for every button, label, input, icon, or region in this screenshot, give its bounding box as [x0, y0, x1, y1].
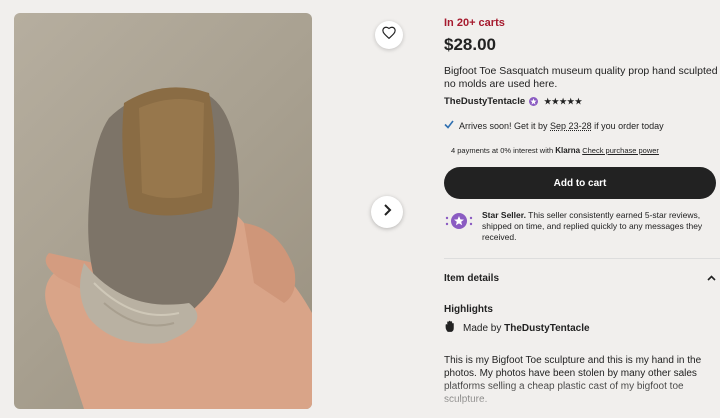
- klarna-prefix: 4 payments at 0% interest with: [451, 146, 556, 155]
- price: $28.00: [444, 35, 496, 54]
- shop-name-link[interactable]: TheDustyTentacle: [444, 96, 525, 107]
- product-image[interactable]: [14, 13, 312, 409]
- add-to-cart-button[interactable]: Add to cart: [444, 167, 716, 199]
- shipping-date-range[interactable]: Sep 23-28: [550, 121, 592, 131]
- next-image-button[interactable]: [371, 196, 403, 228]
- star-seller-badge-icon: [529, 97, 539, 106]
- klarna-check-link[interactable]: Check purchase power: [582, 146, 659, 155]
- rating-stars[interactable]: ★★★★★: [544, 97, 582, 106]
- favorite-button[interactable]: [375, 21, 403, 49]
- star-seller-info: Star Seller. This seller consistently ea…: [444, 210, 716, 243]
- shipping-suffix: if you order today: [591, 120, 664, 131]
- highlights-heading: Highlights: [444, 304, 493, 315]
- klarna-row: 4 payments at 0% interest with Klarna Ch…: [451, 146, 659, 155]
- made-by-shop-link[interactable]: TheDustyTentacle: [504, 323, 589, 334]
- description-fade-overlay: [440, 378, 720, 418]
- chevron-right-icon: [382, 203, 392, 221]
- item-details-toggle[interactable]: Item details: [444, 273, 716, 284]
- heart-icon: [382, 26, 396, 44]
- star-seller-label: Star Seller.: [482, 210, 526, 220]
- check-icon: [444, 120, 454, 131]
- klarna-brand: Klarna: [555, 146, 581, 155]
- in-carts-label: In 20+ carts: [444, 17, 505, 29]
- shipping-estimate: Arrives soon! Get it by Sep 23-28 if you…: [444, 120, 664, 131]
- shipping-prefix: Arrives soon! Get it by: [459, 120, 551, 131]
- divider: [444, 258, 720, 259]
- listing-title: Bigfoot Toe Sasquatch museum quality pro…: [444, 65, 718, 90]
- hand-icon: [444, 320, 457, 336]
- made-by-prefix: Made by: [463, 322, 505, 334]
- made-by-row: Made by TheDustyTentacle: [444, 320, 590, 336]
- star-seller-icon: [444, 210, 474, 243]
- shop-row: TheDustyTentacle ★★★★★: [444, 96, 582, 107]
- item-details-label: Item details: [444, 273, 500, 284]
- chevron-up-icon: [707, 273, 716, 284]
